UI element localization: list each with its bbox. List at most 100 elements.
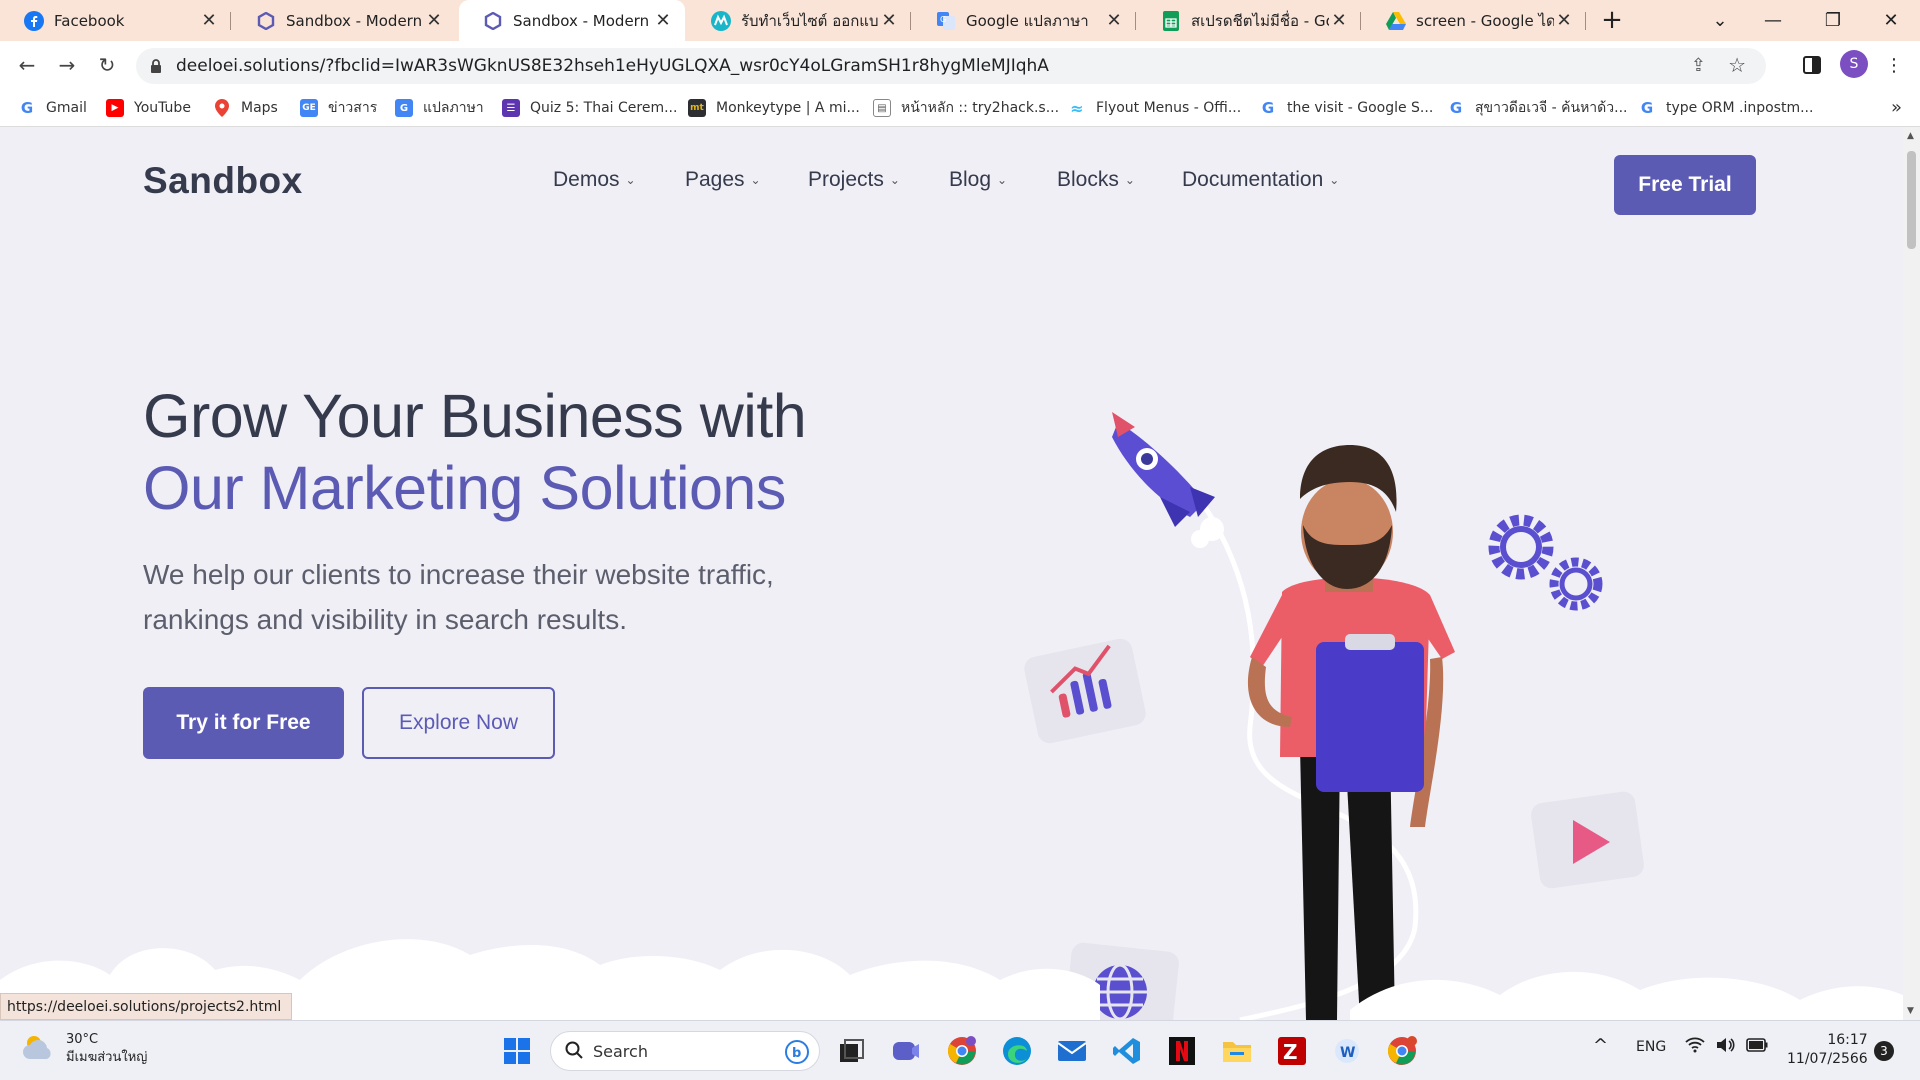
task-view-icon[interactable] [834,1033,870,1069]
nav-label: Blocks [1057,168,1119,191]
cloudy-weather-icon [22,1033,56,1065]
nav-blog[interactable]: Blog ⌄ [949,168,1007,192]
free-trial-button[interactable]: Free Trial [1614,155,1756,215]
chevron-down-icon: ⌄ [889,173,900,187]
nav-documentation[interactable]: Documentation ⌄ [1182,168,1339,192]
bookmark-try2hack[interactable]: ▤ หน้าหลัก :: try2hack.s... [873,96,1059,120]
bookmark-star-icon[interactable]: ☆ [1728,53,1746,77]
close-icon[interactable]: ✕ [1554,10,1574,31]
nav-projects[interactable]: Projects ⌄ [808,168,900,192]
nav-label: Projects [808,168,884,191]
filezilla-icon[interactable]: Z [1274,1033,1310,1069]
svg-text:G: G [940,15,946,24]
show-hidden-icons-chevron[interactable]: ^ [1593,1035,1608,1056]
teams-chat-icon[interactable] [888,1033,924,1069]
restore-button[interactable]: ❐ [1808,0,1858,41]
search-placeholder: Search [593,1042,648,1061]
nav-blocks[interactable]: Blocks ⌄ [1057,168,1135,192]
tab-sandbox-active[interactable]: Sandbox - Modern & ✕ [459,0,685,41]
google-sheets-icon [1161,10,1181,31]
bing-icon[interactable]: b [785,1040,809,1068]
tab-google-translate[interactable]: G Google แปลภาษา ✕ [912,0,1136,41]
video-card-icon [1531,791,1644,889]
page-viewport: Sandbox Demos ⌄ Pages ⌄ Projects ⌄ Blog ⌄ Bl… [0,127,1903,1020]
tab-search-chevron-icon[interactable]: ⌄ [1695,0,1745,41]
windows-start-icon[interactable] [499,1033,535,1069]
input-language[interactable]: ENG [1636,1039,1666,1055]
close-icon[interactable]: ✕ [653,10,673,31]
tab-title: Sandbox - Modern & [513,11,653,30]
scroll-up-icon[interactable]: ▲ [1907,131,1914,141]
volume-icon[interactable] [1715,1036,1735,1058]
profile-avatar[interactable]: S [1840,50,1868,78]
close-icon[interactable]: ✕ [1104,10,1124,31]
nav-demos[interactable]: Demos ⌄ [553,168,636,192]
bookmark-label: YouTube [134,100,191,116]
file-explorer-icon[interactable] [1219,1033,1255,1069]
weather-temp: 30°C [66,1032,99,1047]
tab-web-agency[interactable]: รับทำเว็บไซต์ ออกแบบเว็บ ✕ [687,0,911,41]
side-panel-icon[interactable] [1800,53,1824,77]
url-text[interactable]: deeloei.solutions/?fbclid=IwAR3sWGknUS8E… [176,56,1049,76]
wifi-icon[interactable] [1685,1037,1705,1057]
tab-google-drive[interactable]: screen - Google ไดรฟ์ ✕ [1362,0,1586,41]
forward-button[interactable]: → [51,49,83,81]
try-free-button[interactable]: Try it for Free [143,687,344,759]
google-icon: G [1640,99,1654,117]
mail-icon[interactable] [1054,1033,1090,1069]
scroll-down-icon[interactable]: ▼ [1907,1006,1914,1016]
vscode-icon[interactable] [1109,1033,1145,1069]
minimize-button[interactable]: — [1748,0,1798,41]
close-window-button[interactable]: ✕ [1866,0,1916,41]
bookmark-flyout-menus[interactable]: ≈ Flyout Menus - Offi... [1068,96,1241,120]
new-tab-button[interactable]: + [1597,6,1627,36]
explore-now-button[interactable]: Explore Now [362,687,555,759]
menu-kebab-icon[interactable]: ⋮ [1882,53,1906,77]
edge-icon[interactable] [999,1033,1035,1069]
bookmark-label: สุขาวดีอเวจี - ค้นหาด้ว... [1475,100,1628,116]
chrome-icon[interactable] [1384,1033,1420,1069]
nav-label: Demos [553,168,620,191]
netflix-icon[interactable] [1164,1033,1200,1069]
battery-icon[interactable] [1746,1038,1768,1056]
tab-sandbox[interactable]: Sandbox - Modern & ✕ [232,0,456,41]
bookmark-news[interactable]: GE ข่าวสาร [300,96,377,120]
close-icon[interactable]: ✕ [1329,10,1349,31]
address-bar[interactable]: deeloei.solutions/?fbclid=IwAR3sWGknUS8E… [136,48,1766,84]
close-icon[interactable]: ✕ [424,10,444,31]
gears-icon [1488,514,1603,611]
close-icon[interactable]: ✕ [199,10,219,31]
bookmark-thai-search[interactable]: G สุขาวดีอเวจี - ค้นหาด้ว... [1447,96,1628,120]
taskbar-search-input[interactable]: Search b [550,1031,820,1071]
more-bookmarks-icon[interactable]: » [1891,97,1902,118]
tab-google-sheets[interactable]: สเปรดชีตไม่มีชื่อ - Goog ✕ [1137,0,1361,41]
reload-button[interactable]: ↻ [91,49,123,81]
tab-title: Facebook [54,11,125,30]
system-clock[interactable]: 16:17 11/07/2566 [1787,1031,1868,1069]
notification-badge[interactable]: 3 [1874,1041,1894,1061]
page-scrollbar[interactable]: ▲ ▼ [1903,127,1920,1020]
nav-pages[interactable]: Pages ⌄ [685,168,761,192]
chrome-profile-icon[interactable] [944,1033,980,1069]
analytics-card-icon [1024,638,1146,744]
bookmark-youtube[interactable]: ▶ YouTube [106,96,191,120]
lock-icon[interactable] [150,58,162,78]
bookmark-monkeytype[interactable]: mt Monkeytype | A mi... [688,96,860,120]
word-icon[interactable]: W [1329,1033,1365,1069]
bookmark-gmail[interactable]: G Gmail [18,96,87,120]
close-icon[interactable]: ✕ [879,10,899,31]
bookmark-maps[interactable]: Maps [213,96,278,120]
bookmark-quiz[interactable]: ☰ Quiz 5: Thai Cerem... [502,96,677,120]
scrollbar-thumb[interactable] [1907,151,1916,249]
bookmark-type-orm[interactable]: G type ORM .inpostm... [1638,96,1814,120]
bookmark-the-visit[interactable]: G the visit - Google S... [1259,96,1433,120]
translate-icon: G [395,99,413,117]
hero-illustration [1024,412,1644,1020]
back-button[interactable]: ← [11,49,43,81]
bookmark-label: หน้าหลัก :: try2hack.s... [901,100,1060,116]
weather-widget[interactable]: 30°C มีเมฆส่วนใหญ่ [22,1031,147,1067]
share-icon[interactable]: ⇪ [1691,55,1706,76]
bookmark-translate[interactable]: G แปลภาษา [395,96,484,120]
tab-facebook[interactable]: Facebook ✕ [0,0,231,41]
site-logo[interactable]: Sandbox [143,160,303,202]
